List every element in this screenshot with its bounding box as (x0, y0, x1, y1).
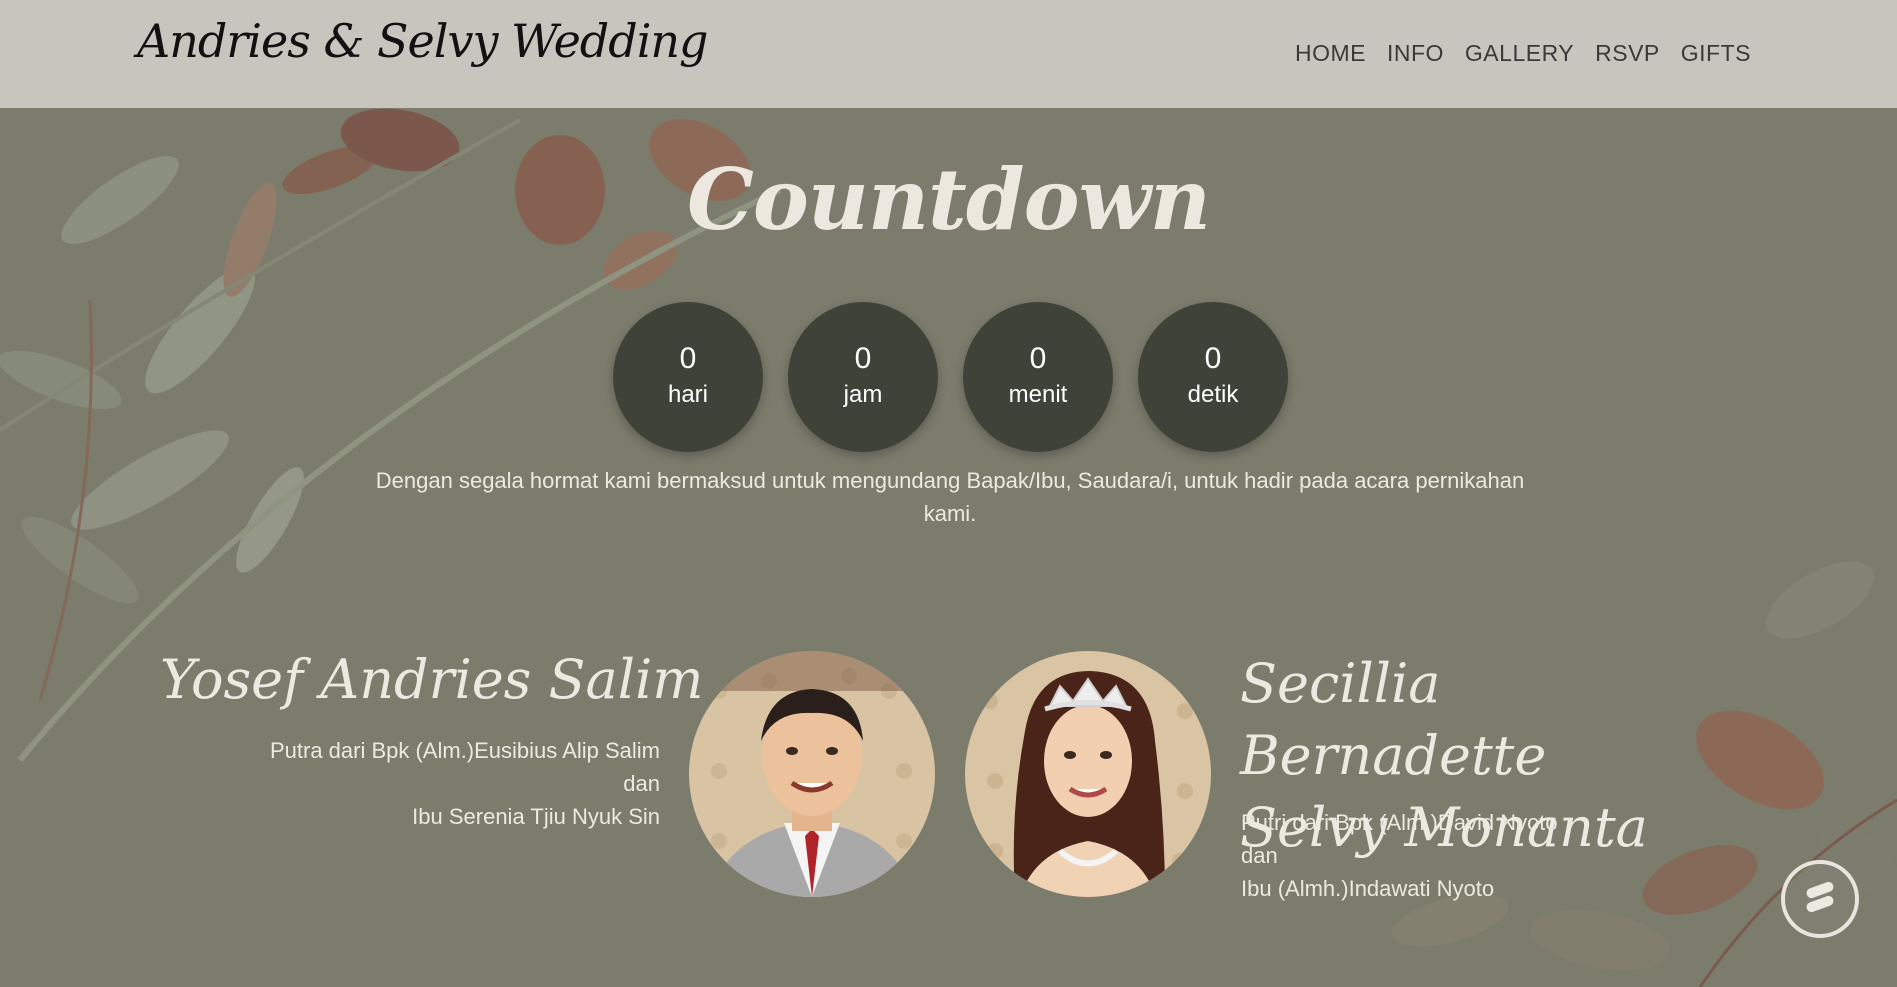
nav-link-rsvp[interactable]: RSVP (1595, 40, 1660, 67)
chat-bubble-icon (1800, 877, 1840, 921)
navbar: Andries & Selvy Wedding HOME INFO GALLER… (0, 0, 1897, 108)
groom-photo (689, 651, 935, 897)
nav-link-home[interactable]: HOME (1295, 40, 1366, 67)
countdown-minutes-label: menit (1008, 381, 1068, 408)
groom-parents-and: dan (623, 771, 660, 796)
countdown-title: Countdown (687, 150, 1211, 249)
chat-button[interactable] (1781, 860, 1859, 938)
countdown-hours-label: jam (843, 381, 883, 408)
countdown-timer: 0 hari 0 jam 0 menit 0 detik (613, 302, 1288, 452)
groom-name: Yosef Andries Salim (160, 648, 704, 711)
bride-parents-father: Putri dari Bpk (Alm.)David Nyoto (1241, 810, 1558, 835)
nav-menu: HOME INFO GALLERY RSVP GIFTS (1295, 40, 1751, 67)
invitation-text: Dengan segala hormat kami bermaksud untu… (375, 468, 1525, 526)
countdown-minutes: 0 menit (963, 302, 1113, 452)
countdown-days-label: hari (667, 381, 709, 408)
countdown-days: 0 hari (613, 302, 763, 452)
countdown-minutes-value: 0 (1029, 342, 1047, 375)
groom-parents: Putra dari Bpk (Alm.)Eusibius Alip Salim… (180, 734, 660, 833)
countdown-hours-value: 0 (854, 342, 872, 375)
nav-link-gallery[interactable]: GALLERY (1465, 40, 1574, 67)
groom-parents-father: Putra dari Bpk (Alm.)Eusibius Alip Salim (269, 738, 660, 763)
countdown-hours: 0 jam (788, 302, 938, 452)
countdown-seconds-label: detik (1187, 381, 1239, 408)
countdown-days-value: 0 (679, 342, 697, 375)
nav-link-gifts[interactable]: GIFTS (1681, 40, 1751, 67)
bride-parents-and: dan (1241, 843, 1278, 868)
countdown-seconds: 0 detik (1138, 302, 1288, 452)
brand-logo[interactable]: Andries & Selvy Wedding (137, 14, 708, 68)
bride-parents-mother: Ibu (Almh.)Indawati Nyoto (1241, 876, 1495, 901)
groom-parents-mother: Ibu Serenia Tjiu Nyuk Sin (412, 804, 660, 829)
countdown-seconds-value: 0 (1204, 342, 1222, 375)
bride-photo (965, 651, 1211, 897)
bride-parents: Putri dari Bpk (Alm.)David Nyoto dan Ibu… (1241, 806, 1681, 905)
nav-link-info[interactable]: INFO (1387, 40, 1444, 67)
